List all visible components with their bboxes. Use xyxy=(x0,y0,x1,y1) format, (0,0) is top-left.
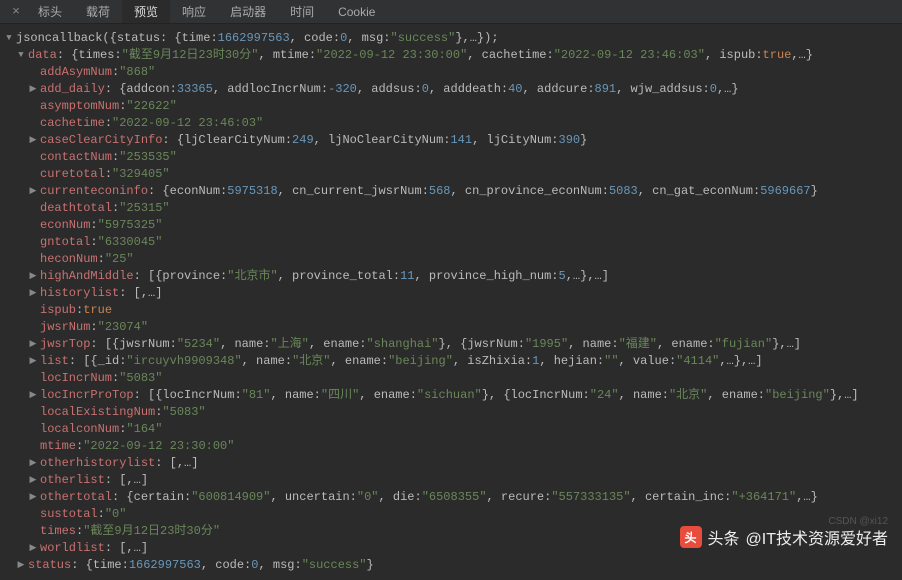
node-add_daily[interactable]: ▶add_daily: {addcon: 33365, addlocIncrNu… xyxy=(4,81,898,98)
node-deathtotal[interactable]: deathtotal: "25315" xyxy=(4,200,898,217)
node-jwsrTop[interactable]: ▶jwsrTop: [{jwsrNum: "5234", name: "上海",… xyxy=(4,336,898,353)
node-list[interactable]: ▶list: [{_id: "ircuyvh9909348", name: "北… xyxy=(4,353,898,370)
node-othertotal[interactable]: ▶othertotal: {certain: "600814909", unce… xyxy=(4,489,898,506)
devtools-tabs: × 标头 载荷 预览 响应 启动器 时间 Cookie xyxy=(0,0,902,24)
tab-timing[interactable]: 时间 xyxy=(278,0,326,23)
node-sustotal[interactable]: sustotal: "0" xyxy=(4,506,898,523)
node-econNum[interactable]: econNum: "5975325" xyxy=(4,217,898,234)
node-ispub[interactable]: ispub: true xyxy=(4,302,898,319)
node-gntotal[interactable]: gntotal: "6330045" xyxy=(4,234,898,251)
json-preview-tree[interactable]: ▼jsoncallback({status: {time: 1662997563… xyxy=(0,24,902,580)
watermark-brand: 头条 xyxy=(708,525,740,549)
node-addAsymNum[interactable]: addAsymNum: "868" xyxy=(4,64,898,81)
toutiao-watermark: 头 头条 @IT技术资源爱好者 xyxy=(680,525,888,549)
node-highAndMiddle[interactable]: ▶highAndMiddle: [{province: "北京市", provi… xyxy=(4,268,898,285)
node-curetotal[interactable]: curetotal: "329405" xyxy=(4,166,898,183)
tab-preview[interactable]: 预览 xyxy=(122,0,170,23)
root-callback[interactable]: ▼jsoncallback({status: {time: 1662997563… xyxy=(4,30,898,47)
node-mtime[interactable]: mtime: "2022-09-12 23:30:00" xyxy=(4,438,898,455)
node-jwsrNum[interactable]: jwsrNum: "23074" xyxy=(4,319,898,336)
node-currenteconinfo[interactable]: ▶currenteconinfo: {econNum: 5975318, cn_… xyxy=(4,183,898,200)
node-caseClearCityInfo[interactable]: ▶caseClearCityInfo: {ljClearCityNum: 249… xyxy=(4,132,898,149)
node-localconNum[interactable]: localconNum: "164" xyxy=(4,421,898,438)
node-asymptomNum[interactable]: asymptomNum: "22622" xyxy=(4,98,898,115)
watermark-handle: @IT技术资源爱好者 xyxy=(746,525,888,549)
node-cachetime[interactable]: cachetime: "2022-09-12 23:46:03" xyxy=(4,115,898,132)
toutiao-logo-icon: 头 xyxy=(680,526,702,548)
node-data[interactable]: ▼data: {times: "截至9月12日23时30分", mtime: "… xyxy=(4,47,898,64)
tab-payload[interactable]: 载荷 xyxy=(74,0,122,23)
close-icon[interactable]: × xyxy=(6,0,26,23)
tab-initiator[interactable]: 启动器 xyxy=(218,0,278,23)
node-otherhistorylist[interactable]: ▶otherhistorylist: [,…] xyxy=(4,455,898,472)
node-locIncrProTop[interactable]: ▶locIncrProTop: [{locIncrNum: "81", name… xyxy=(4,387,898,404)
node-heconNum[interactable]: heconNum: "25" xyxy=(4,251,898,268)
node-status[interactable]: ▶status: {time: 1662997563, code: 0, msg… xyxy=(4,557,898,574)
node-historylist[interactable]: ▶historylist: [,…] xyxy=(4,285,898,302)
tab-response[interactable]: 响应 xyxy=(170,0,218,23)
node-otherlist[interactable]: ▶otherlist: [,…] xyxy=(4,472,898,489)
tab-cookies[interactable]: Cookie xyxy=(326,0,387,23)
node-contactNum[interactable]: contactNum: "253535" xyxy=(4,149,898,166)
node-locIncrNum[interactable]: locIncrNum: "5083" xyxy=(4,370,898,387)
node-localExistingNum[interactable]: localExistingNum: "5083" xyxy=(4,404,898,421)
tab-headers[interactable]: 标头 xyxy=(26,0,74,23)
